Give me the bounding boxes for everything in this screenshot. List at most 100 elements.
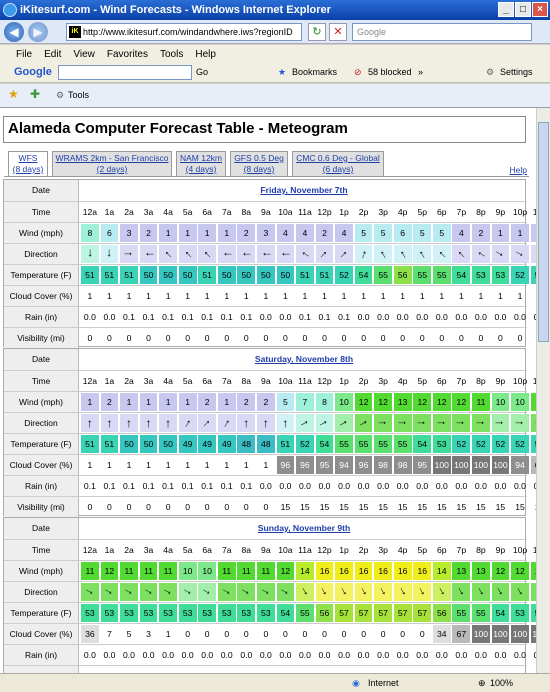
menu-favorites[interactable]: Favorites — [107, 49, 148, 60]
url-field[interactable]: iK http://www.ikitesurf.com/windandwhere… — [66, 23, 302, 41]
temp-cell: 51 — [276, 435, 295, 453]
maximize-button[interactable]: □ — [515, 2, 531, 17]
rain-cell: 0.1 — [142, 481, 155, 491]
row-label: Date — [4, 518, 79, 539]
menu-view[interactable]: View — [73, 49, 95, 60]
vis-cell: 0 — [517, 333, 523, 343]
forward-arrow-icon[interactable]: ▶ — [28, 22, 48, 42]
cloud-cell: 100 — [432, 456, 451, 474]
more-chevron-icon[interactable]: » — [418, 67, 423, 77]
hour-cell: 9a — [261, 545, 271, 555]
arrow-glyph: ↑ — [336, 416, 352, 430]
cloud-cell: 95 — [315, 456, 334, 474]
arrow-glyph: ↑ — [416, 584, 429, 600]
arrow-glyph: ↑ — [415, 420, 430, 426]
vis-cell: 0 — [107, 333, 112, 343]
cloud-cell: 100 — [472, 456, 490, 474]
menu-bar: File Edit View Favorites Tools Help — [0, 45, 550, 63]
date-header[interactable]: Sunday, November 9th — [81, 518, 527, 539]
arrow-glyph: ↑ — [106, 247, 113, 261]
favorites-star-icon[interactable]: ★ — [8, 87, 19, 101]
row-time: Time 12a 1a 2a 3a 4a 5a 6a 7a 8a 9a 10a 11a 12p 1p 2p 3p… — [4, 370, 536, 391]
row-label: Visibility (mi) — [4, 666, 79, 673]
wind-cell: 5 — [276, 393, 295, 411]
settings-button[interactable]: Settings — [500, 67, 533, 77]
stop-icon[interactable]: ✕ — [329, 23, 347, 41]
tab-cmc-0-6-deg-global[interactable]: CMC 0.6 Deg - Global (6 days) — [292, 151, 384, 176]
date-header[interactable]: Friday, November 7th — [81, 180, 527, 201]
temp-cell: 53 — [511, 604, 529, 622]
temp-cell: 55 — [472, 604, 490, 622]
wind-cell: 11 — [256, 562, 275, 580]
wind-direction-arrow-icon: ↑ — [452, 414, 471, 432]
blocked-count[interactable]: 58 blocked — [368, 67, 412, 77]
tab-gfs-0-5-deg[interactable]: GFS 0.5 Deg (8 days) — [230, 151, 288, 176]
vertical-scrollbar[interactable] — [536, 108, 550, 673]
wind-direction-arrow-icon: ↑ — [511, 583, 529, 601]
menu-edit[interactable]: Edit — [44, 49, 61, 60]
wind-direction-arrow-icon: ↑ — [237, 583, 256, 601]
menu-help[interactable]: Help — [195, 49, 216, 60]
refresh-icon[interactable]: ↻ — [308, 23, 326, 41]
cloud-cell: 36 — [81, 625, 99, 643]
zoom-level[interactable]: 100% — [490, 678, 513, 688]
tools-button[interactable]: Tools — [68, 90, 89, 100]
cloud-cell: 1 — [361, 291, 366, 301]
minimize-button[interactable]: _ — [498, 2, 514, 17]
tab-wrams-2km-san-francisco[interactable]: WRAMS 2km - San Francisco (2 days) — [52, 151, 172, 176]
back-arrow-icon[interactable]: ◀ — [4, 22, 24, 42]
google-search-input[interactable] — [58, 65, 192, 80]
menu-tools[interactable]: Tools — [160, 49, 183, 60]
wind-direction-arrow-icon: ↑ — [198, 245, 217, 263]
arrow-glyph: ↑ — [86, 416, 93, 430]
row-cells: 51 51 50 50 50 49 49 49 48 48 51 52 54 55 55 55 55 54 53 52… — [81, 434, 536, 454]
tab-wfs[interactable]: WFS (8 days) — [8, 151, 48, 177]
rain-cell: 0.0 — [474, 481, 487, 491]
cloud-cell: 0 — [204, 629, 210, 639]
vis-cell: 0 — [419, 333, 425, 343]
vis-cell: 15 — [319, 502, 330, 512]
arrow-glyph: ↑ — [473, 247, 489, 261]
arrow-glyph: ↑ — [140, 585, 157, 599]
hour-cell: 10p — [512, 545, 528, 555]
rain-cell: 0.1 — [123, 312, 135, 322]
cloud-cell: 0 — [263, 629, 269, 639]
add-favorites-icon[interactable]: ✚ — [30, 87, 40, 101]
wind-direction-arrow-icon: ↑ — [374, 583, 393, 601]
bookmarks-button[interactable]: Bookmarks — [292, 67, 337, 77]
wind-direction-arrow-icon: ↑ — [159, 414, 177, 432]
cloud-cell: 34 — [432, 625, 451, 643]
search-input[interactable]: Google — [352, 23, 532, 41]
temp-cell: 53 — [491, 266, 510, 284]
cloud-cell: 1 — [283, 291, 288, 301]
wind-cell: 4 — [276, 224, 295, 242]
help-link[interactable]: Help — [510, 165, 527, 175]
scrollbar-thumb[interactable] — [538, 122, 549, 342]
date-header[interactable]: Saturday, November 8th — [81, 349, 527, 370]
cloud-cell: 1 — [380, 291, 386, 301]
wind-cell: 16 — [374, 562, 393, 580]
cloud-cell: 100 — [491, 456, 510, 474]
hour-cell: 8p — [476, 545, 486, 555]
vis-cell: 0 — [224, 502, 230, 512]
menu-file[interactable]: File — [16, 49, 32, 60]
hour-cell: 4a — [163, 207, 173, 217]
tab-nam-12km[interactable]: NAM 12km (4 days) — [176, 151, 226, 176]
temp-cell: 54 — [276, 604, 295, 622]
row-label: Temperature (F) — [4, 434, 79, 454]
close-button[interactable]: × — [532, 2, 548, 17]
row-temp: Temperature (F) 51 51 50 50 50 49 49 49 48 48 51 52 5… — [4, 433, 536, 454]
hour-cell: 1a — [104, 376, 115, 386]
arrow-glyph: ↑ — [357, 584, 370, 600]
rain-cell: 0.0 — [377, 481, 390, 491]
google-go-button[interactable]: Go — [196, 67, 208, 77]
wind-direction-arrow-icon: ↑ — [237, 414, 256, 432]
rain-cell: 0.0 — [396, 481, 409, 491]
cloud-cell: 1 — [322, 291, 327, 301]
temp-cell: 57 — [393, 604, 412, 622]
hour-cell: 12a — [82, 545, 98, 555]
rain-cell: 0.1 — [162, 312, 175, 322]
arrow-glyph: ↑ — [356, 416, 372, 430]
rain-cell: 0.0 — [514, 312, 526, 322]
wind-direction-arrow-icon: ↑ — [217, 583, 236, 601]
